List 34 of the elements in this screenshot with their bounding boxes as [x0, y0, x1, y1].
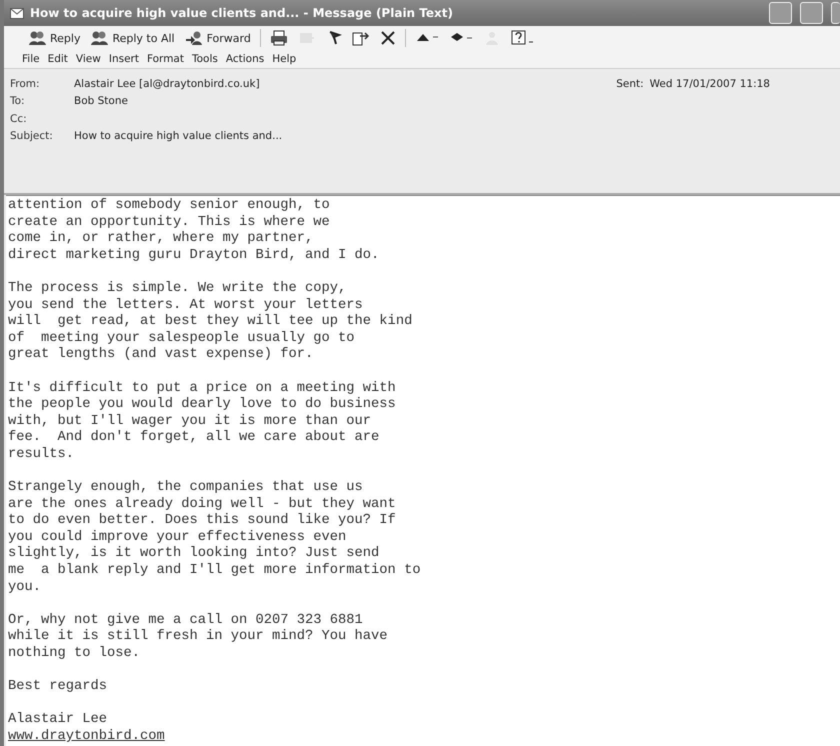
people-icon: [90, 30, 110, 46]
field-label: Cc:: [10, 112, 28, 125]
window-title: How to acquire high value clients and... - Message (Plain Text): [30, 6, 454, 20]
menu-item[interactable]: Actions: [226, 53, 264, 65]
paragraph: The process is simple. We write the copy, you send the letters. At worst your letters will get read, at best they will tee up the kind of meeting your salespeople usually go to great lengths (and vast expense) for.: [8, 280, 414, 364]
field-label: Sent:: [616, 78, 644, 90]
menu-item[interactable]: File: [22, 53, 40, 65]
paragraph: Alastair Lee: [8, 712, 108, 729]
menu-item[interactable]: Format: [146, 53, 184, 65]
people-arrow-icon: [184, 30, 205, 46]
people-icon: [28, 30, 48, 46]
sent-date: Wed 17/01/2007 11:18: [650, 78, 770, 90]
menu-item[interactable]: Tools: [192, 53, 218, 65]
menu-item[interactable]: Insert: [108, 53, 139, 65]
field-label: From:: [10, 78, 41, 90]
field-label: Subject:: [10, 130, 54, 142]
menu-item[interactable]: Help: [272, 53, 296, 65]
field-label: To:: [10, 95, 26, 108]
paragraph: Or, why not give me a call on 0207 323 6881 while it is still fresh in your mind? You have nothing to lose.: [8, 612, 389, 663]
paragraph: Best regards: [8, 679, 108, 696]
recipient: Bob Stone: [74, 95, 128, 108]
paragraph: Strangely enough, the companies that use us are the ones already doing well - but they want to do even better. Does this sound like you? If you could improve your effectiveness even slightly, is it worth looking into? Just send me a blank reply and I'll get more information to you.: [8, 480, 422, 596]
menu-item[interactable]: Edit: [48, 53, 68, 65]
website-link[interactable]: www.draytonbird.com: [8, 729, 840, 746]
envelope-icon: [10, 8, 24, 18]
forward-button[interactable]: Forward: [180, 28, 255, 48]
menu-item[interactable]: View: [76, 53, 101, 65]
reply-button[interactable]: Reply: [24, 28, 84, 48]
reply-all-button[interactable]: Reply to All: [86, 28, 179, 48]
close-button[interactable]: [831, 2, 840, 24]
paragraph: It's difficult to put a price on a meeting with the people you would dearly love to do business with, but I'll wager you it is more than our fee. And don't forget, all we care about are results.: [8, 380, 397, 464]
subject: How to acquire high value clients and...: [74, 130, 282, 142]
sender: Alastair Lee [al@draytonbird.co.uk]: [74, 78, 260, 90]
paragraph: attention of somebody senior enough, to create an opportunity. This is where we come in, or rather, where my partner, direct marketing guru Drayton Bird, and I do.: [8, 198, 380, 264]
